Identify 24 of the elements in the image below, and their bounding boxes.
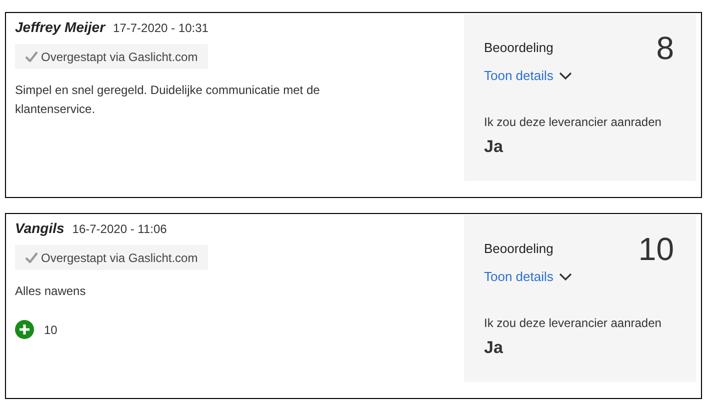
plus-icon [15,320,34,339]
check-icon [25,252,38,263]
recommend-label: Ik zou deze leverancier aanraden [484,314,662,332]
chevron-down-icon [559,272,572,281]
chevron-down-icon [559,72,572,80]
reviewer-name: Vangils [15,219,64,238]
rating-label: Beoordeling [484,240,554,258]
show-details-link[interactable]: Toon details [484,267,572,286]
switched-badge: Overgestapt via Gaslicht.com [15,44,208,69]
recommend-label: Ik zou deze leverancier aanraden [484,114,662,130]
review-date: 16-7-2020 - 11:06 [72,221,167,238]
recommend-answer: Ja [484,136,504,158]
rating-score: 8 [656,32,674,64]
review-text: Alles nawens [15,283,87,300]
point-text: 10 [44,322,58,338]
reviewer-name: Jeffrey Meijer [15,18,106,37]
recommend-answer: Ja [484,336,504,358]
switched-badge: Overgestapt via Gaslicht.com [15,245,208,270]
review-text: Simpel en snel geregeld. Duidelijke communicatie met de klantenservice. [15,82,321,118]
review-date: 17-7-2020 - 10:31 [113,20,208,37]
check-icon [25,51,38,62]
show-details-link[interactable]: Toon details [484,66,572,86]
rating-score: 10 [638,233,674,265]
rating-label: Beoordeling [484,39,554,58]
